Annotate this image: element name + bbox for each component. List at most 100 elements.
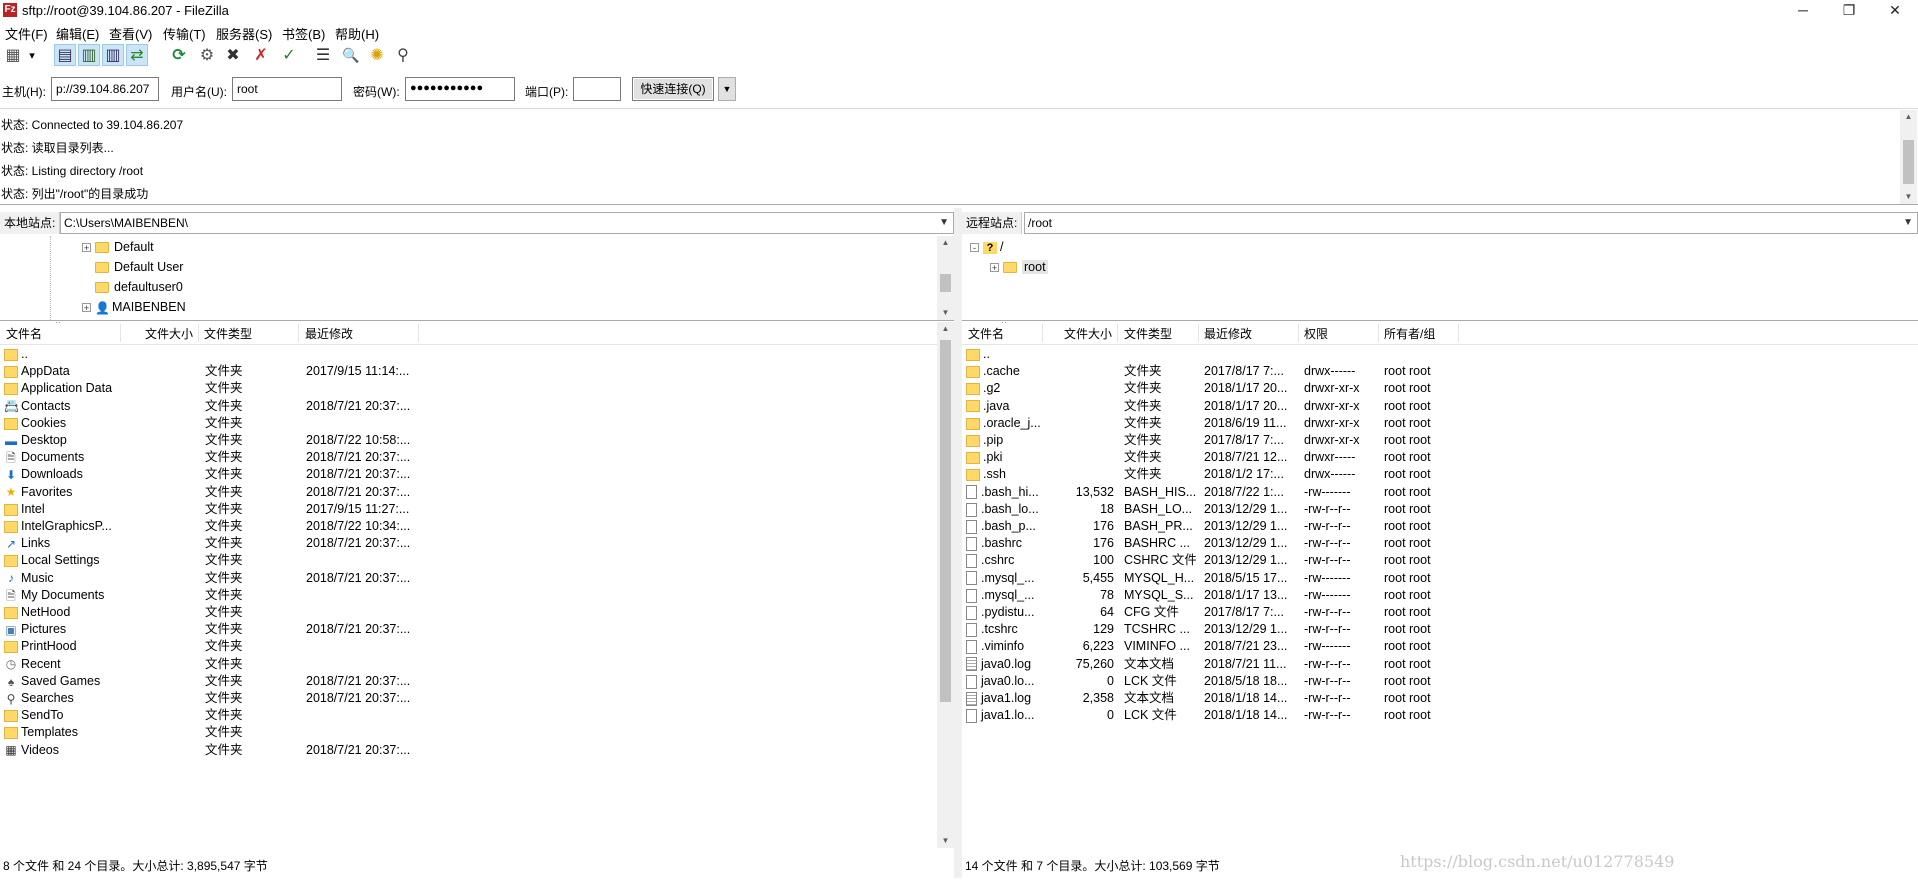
scroll-up-icon[interactable]: ▲ (1900, 110, 1917, 124)
toggle-queue-icon[interactable]: ⇄ (126, 44, 148, 66)
remote-path-input[interactable]: /root ▼ (1024, 212, 1918, 234)
menu-help[interactable]: 帮助(H) (335, 24, 379, 43)
tree-node-default[interactable]: + Default (82, 238, 154, 256)
file-row[interactable]: Local Settings 文件夹 (0, 552, 954, 569)
file-row[interactable]: .java 文件夹 2018/1/17 20... drwxr-xr-x root ro… (962, 398, 1918, 415)
menu-edit[interactable]: 编辑(E) (56, 24, 99, 43)
file-row[interactable]: ♠ Saved Games 文件夹 2018/7/21 20:37:... (0, 673, 954, 690)
site-manager-dropdown-icon[interactable]: ▾ (26, 44, 38, 66)
scroll-thumb[interactable] (1903, 140, 1914, 184)
scroll-up-icon[interactable]: ▲ (937, 322, 954, 336)
expand-icon[interactable]: + (990, 263, 999, 273)
cancel-icon[interactable]: ✖ (222, 44, 244, 66)
menu-transfer[interactable]: 传输(T) (163, 24, 206, 43)
file-row[interactable]: ★ Favorites 文件夹 2018/7/21 20:37:... (0, 484, 954, 501)
file-row[interactable]: .bash_hi... 13,532 BASH_HIS... 2018/7/22 1:… (962, 484, 1918, 501)
file-row[interactable]: ⬇ Downloads 文件夹 2018/7/21 20:37:... (0, 466, 954, 483)
file-row[interactable]: .viminfo 6,223 VIMINFO ... 2018/7/21 23... -… (962, 638, 1918, 655)
file-row[interactable]: ▬ Desktop 文件夹 2018/7/22 10:58:... (0, 432, 954, 449)
file-row[interactable]: .. (962, 346, 1918, 363)
file-row[interactable]: .ssh 文件夹 2018/1/2 17:... drwx------ root roo… (962, 466, 1918, 483)
refresh-icon[interactable]: ⟳ (168, 44, 190, 66)
file-row[interactable]: .mysql_... 5,455 MYSQL_H... 2018/5/15 17...… (962, 570, 1918, 587)
search-files-icon[interactable]: ⚲ (392, 44, 414, 66)
scroll-down-icon[interactable]: ▼ (1900, 190, 1917, 204)
local-list-scrollbar[interactable]: ▲ ▼ (937, 322, 954, 848)
scroll-up-icon[interactable]: ▲ (937, 236, 954, 250)
menu-bookmarks[interactable]: 书签(B) (282, 24, 325, 43)
file-row[interactable]: ♪ Music 文件夹 2018/7/21 20:37:... (0, 570, 954, 587)
file-row[interactable]: .cache 文件夹 2017/8/17 7:... drwx------ root r… (962, 363, 1918, 380)
file-row[interactable]: .pki 文件夹 2018/7/21 12... drwxr----- root roo… (962, 449, 1918, 466)
minimize-button[interactable]: ─ (1780, 0, 1826, 22)
tree-node-maibenben[interactable]: + 👤 MAIBENBEN (82, 298, 186, 316)
scroll-down-icon[interactable]: ▼ (937, 834, 954, 848)
menu-file[interactable]: 文件(F) (5, 24, 48, 43)
file-row[interactable]: ▦ Videos 文件夹 2018/7/21 20:37:... (0, 742, 954, 759)
site-manager-icon[interactable]: ▦ (2, 44, 24, 66)
file-row[interactable]: .pydistu... 64 CFG 文件 2017/8/17 7:... -rw-r-… (962, 604, 1918, 621)
file-row[interactable]: SendTo 文件夹 (0, 707, 954, 724)
host-input[interactable]: p://39.104.86.207 (51, 77, 159, 101)
file-row[interactable]: ↗ Links 文件夹 2018/7/21 20:37:... (0, 535, 954, 552)
column-header-filesize[interactable]: 文件大小 (145, 325, 193, 342)
file-row[interactable]: .bash_lo... 18 BASH_LO... 2013/12/29 1... -r… (962, 501, 1918, 518)
file-row[interactable]: java0.log 75,260 文本文档 2018/7/21 11... -rw-r-… (962, 656, 1918, 673)
file-row[interactable]: AppData 文件夹 2017/9/15 11:14:... (0, 363, 954, 380)
column-header-filename[interactable]: 文件名 (968, 325, 1004, 342)
file-row[interactable]: .g2 文件夹 2018/1/17 20... drwxr-xr-x root root (962, 380, 1918, 397)
close-button[interactable]: ✕ (1872, 0, 1918, 22)
username-input[interactable]: root (232, 77, 342, 101)
directory-comparison-icon[interactable]: ☰ (312, 44, 334, 66)
chevron-down-icon[interactable]: ▼ (939, 213, 949, 233)
file-row[interactable]: .bash_p... 176 BASH_PR... 2013/12/29 1... -r… (962, 518, 1918, 535)
column-header-filetype[interactable]: 文件类型 (1124, 325, 1172, 342)
tree-node-root[interactable]: + root (990, 258, 1048, 276)
file-row[interactable]: ▣ Pictures 文件夹 2018/7/21 20:37:... (0, 621, 954, 638)
quickconnect-dropdown-icon[interactable]: ▼ (718, 77, 736, 101)
password-input[interactable]: ●●●●●●●●●●● (405, 77, 515, 101)
file-row[interactable]: ◷ Recent 文件夹 (0, 656, 954, 673)
sync-browsing-icon[interactable]: ✺ (366, 44, 388, 66)
file-row[interactable]: java1.lo... 0 LCK 文件 2018/1/18 14... -rw-r--… (962, 707, 1918, 724)
column-header-owner[interactable]: 所有者/组 (1384, 325, 1435, 342)
file-row[interactable]: .pip 文件夹 2017/8/17 7:... drwxr-xr-x root roo… (962, 432, 1918, 449)
column-header-filetype[interactable]: 文件类型 (204, 325, 252, 342)
scroll-thumb[interactable] (940, 274, 951, 292)
column-header-permissions[interactable]: 权限 (1304, 325, 1328, 342)
tree-node-default-user[interactable]: Default User (95, 258, 183, 276)
tree-node-root-slash[interactable]: -? / (970, 238, 1003, 256)
process-queue-icon[interactable]: ⚙ (196, 44, 218, 66)
file-row[interactable]: Cookies 文件夹 (0, 415, 954, 432)
menu-server[interactable]: 服务器(S) (216, 24, 272, 43)
disconnect-icon[interactable]: ✗ (250, 44, 272, 66)
file-row[interactable]: java1.log 2,358 文本文档 2018/1/18 14... -rw-r--… (962, 690, 1918, 707)
file-row[interactable]: Templates 文件夹 (0, 724, 954, 741)
menu-view[interactable]: 查看(V) (109, 24, 152, 43)
file-row[interactable]: .oracle_j... 文件夹 2018/6/19 11... drwxr-xr-x… (962, 415, 1918, 432)
toggle-log-icon[interactable]: ▤ (54, 44, 76, 66)
file-row[interactable]: NetHood 文件夹 (0, 604, 954, 621)
expand-icon[interactable]: + (82, 243, 91, 253)
local-tree-scrollbar[interactable]: ▲ ▼ (937, 236, 954, 320)
local-path-input[interactable]: C:\Users\MAIBENBEN\ ▼ (60, 212, 954, 234)
file-row[interactable]: 🗎 Documents 文件夹 2018/7/21 20:37:... (0, 449, 954, 466)
expand-icon[interactable]: + (82, 303, 91, 313)
file-row[interactable]: .bashrc 176 BASHRC ... 2013/12/29 1... -rw-r… (962, 535, 1918, 552)
file-row[interactable]: 🗎 My Documents 文件夹 (0, 587, 954, 604)
toggle-local-tree-icon[interactable]: ▥ (78, 44, 100, 66)
file-row[interactable]: .tcshrc 129 TCSHRC ... 2013/12/29 1... -rw-r… (962, 621, 1918, 638)
tree-node-defaultuser0[interactable]: defaultuser0 (95, 278, 183, 296)
file-row[interactable]: Intel 文件夹 2017/9/15 11:27:... (0, 501, 954, 518)
column-header-modified[interactable]: 最近修改 (305, 325, 353, 342)
quickconnect-button[interactable]: 快速连接(Q) (632, 77, 714, 101)
file-row[interactable]: .. (0, 346, 954, 363)
reconnect-icon[interactable]: ✓ (278, 44, 300, 66)
chevron-down-icon[interactable]: ▼ (1903, 213, 1913, 233)
file-row[interactable]: IntelGraphicsP... 文件夹 2018/7/22 10:34:... (0, 518, 954, 535)
port-input[interactable] (573, 77, 621, 101)
file-row[interactable]: .cshrc 100 CSHRC 文件 2013/12/29 1... -rw-r--r… (962, 552, 1918, 569)
file-row[interactable]: Application Data 文件夹 (0, 380, 954, 397)
log-scrollbar[interactable]: ▲ ▼ (1900, 110, 1917, 204)
column-header-filesize[interactable]: 文件大小 (1064, 325, 1112, 342)
